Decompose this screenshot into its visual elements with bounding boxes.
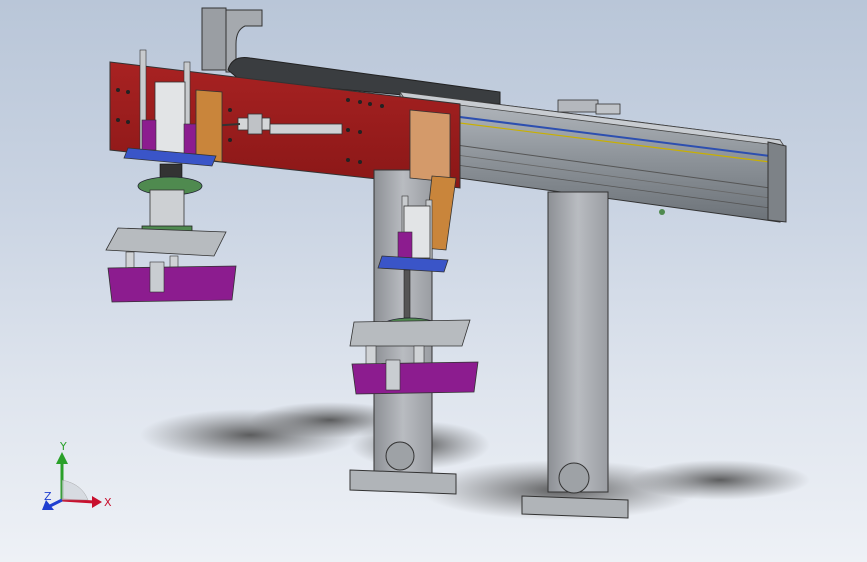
- floor-shadow: [140, 402, 810, 520]
- triad-plane: [61, 479, 89, 501]
- cad-model-view[interactable]: [0, 0, 867, 562]
- z-axis-label: Z: [44, 490, 52, 503]
- x-axis-arrow: [92, 496, 102, 508]
- y-axis-arrow: [56, 452, 68, 464]
- z-axis-line: [49, 498, 63, 508]
- coordinate-triad: Y X Z: [42, 440, 112, 510]
- graphics-viewport[interactable]: Y X Z: [0, 0, 867, 562]
- y-axis-label: Y: [59, 440, 67, 453]
- x-axis-line: [61, 498, 95, 504]
- x-axis-label: X: [104, 496, 112, 509]
